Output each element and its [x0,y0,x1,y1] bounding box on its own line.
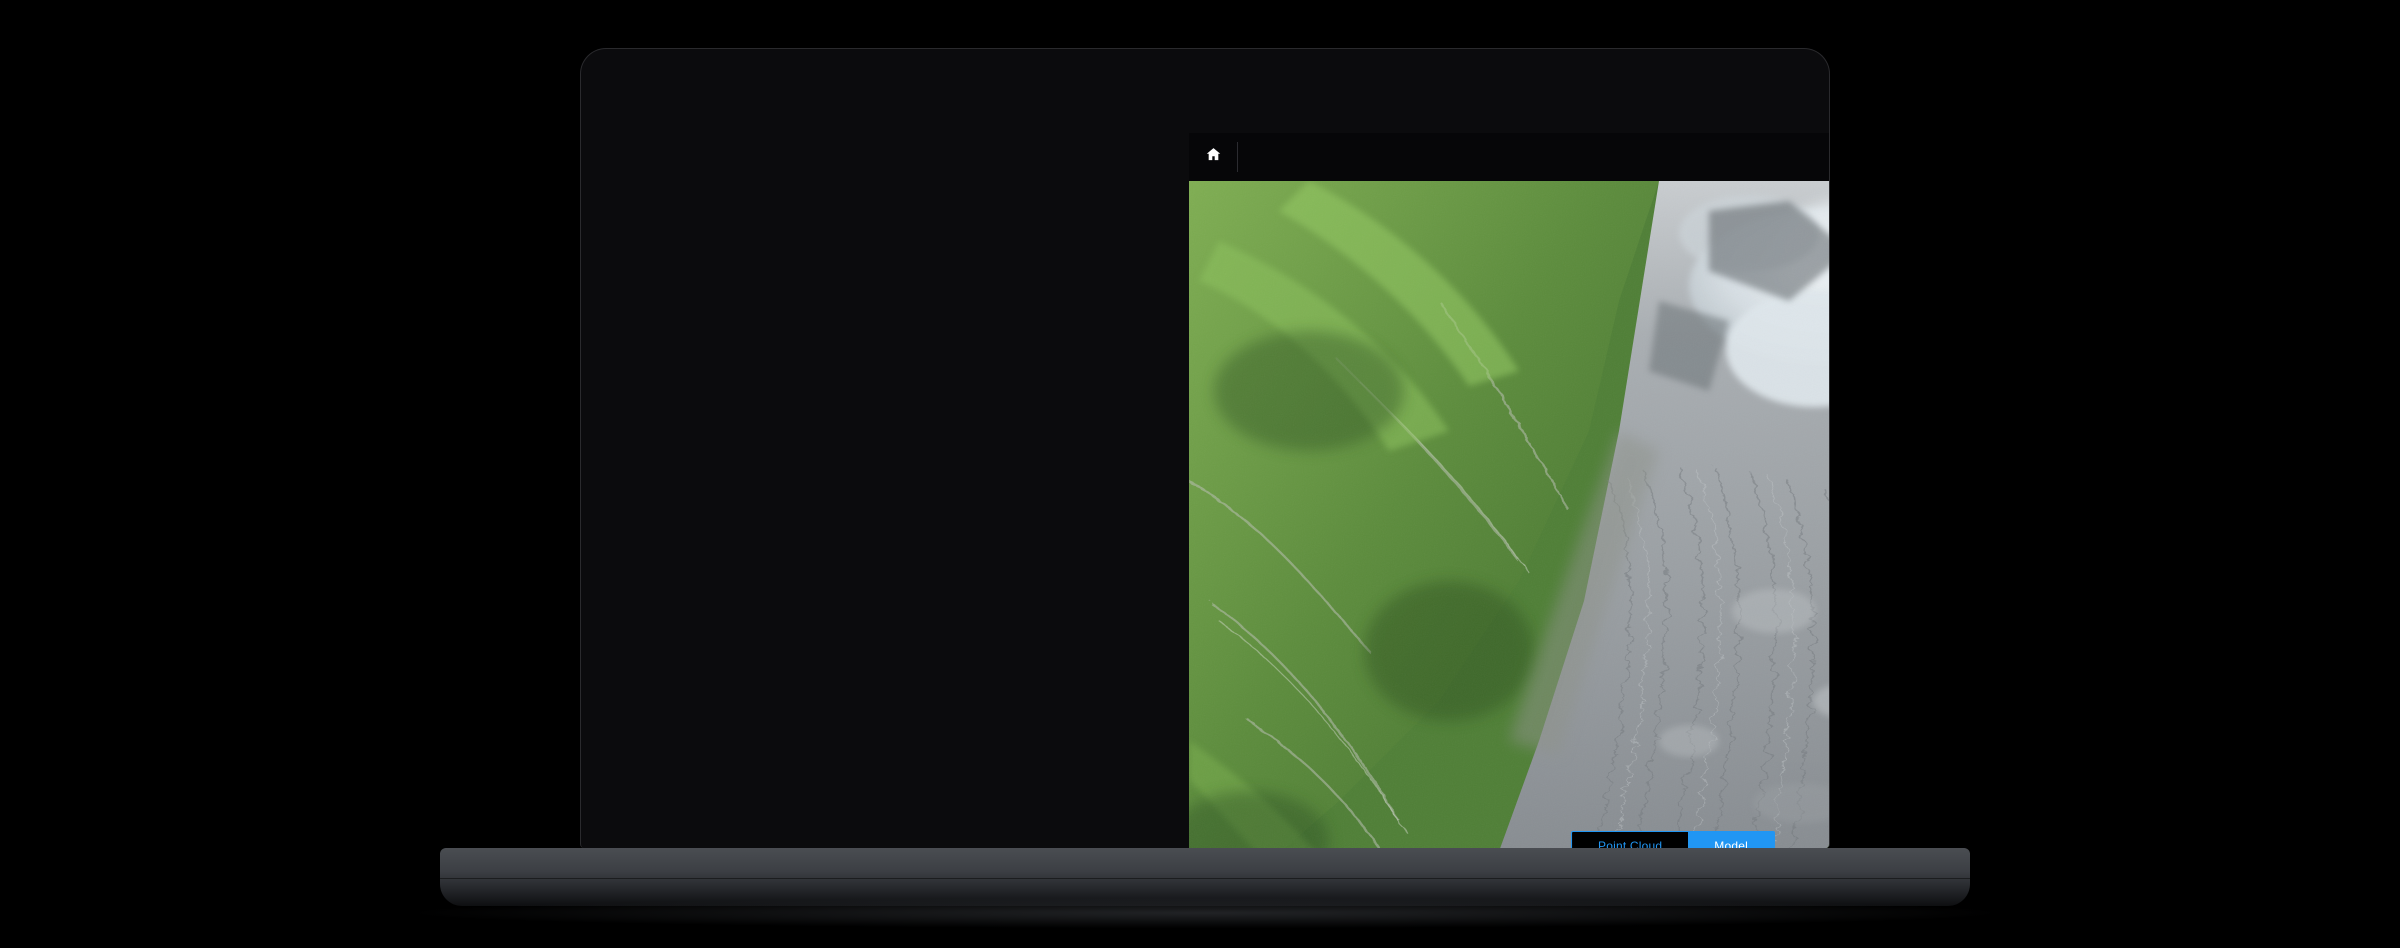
model-tab[interactable]: Model [1688,832,1774,848]
laptop-shadow [420,898,1990,928]
app-body: » AT 2D 3D [1189,181,1830,848]
home-icon [1205,146,1222,168]
app-screen: Reconstruction [1189,133,1830,848]
3d-viewport[interactable]: » AT 2D 3D [1189,181,1830,848]
top-bar: Reconstruction [1189,133,1830,181]
screenshot-stage: Reconstruction [0,0,2400,948]
topbar-divider [1237,142,1238,172]
point-cloud-tab[interactable]: Point Cloud [1572,832,1688,848]
terrain-model-render [1189,181,1830,848]
home-button[interactable] [1189,133,1237,181]
display-mode-toggle: Point Cloud Model [1571,831,1775,848]
laptop-lid: Reconstruction [580,48,1830,848]
